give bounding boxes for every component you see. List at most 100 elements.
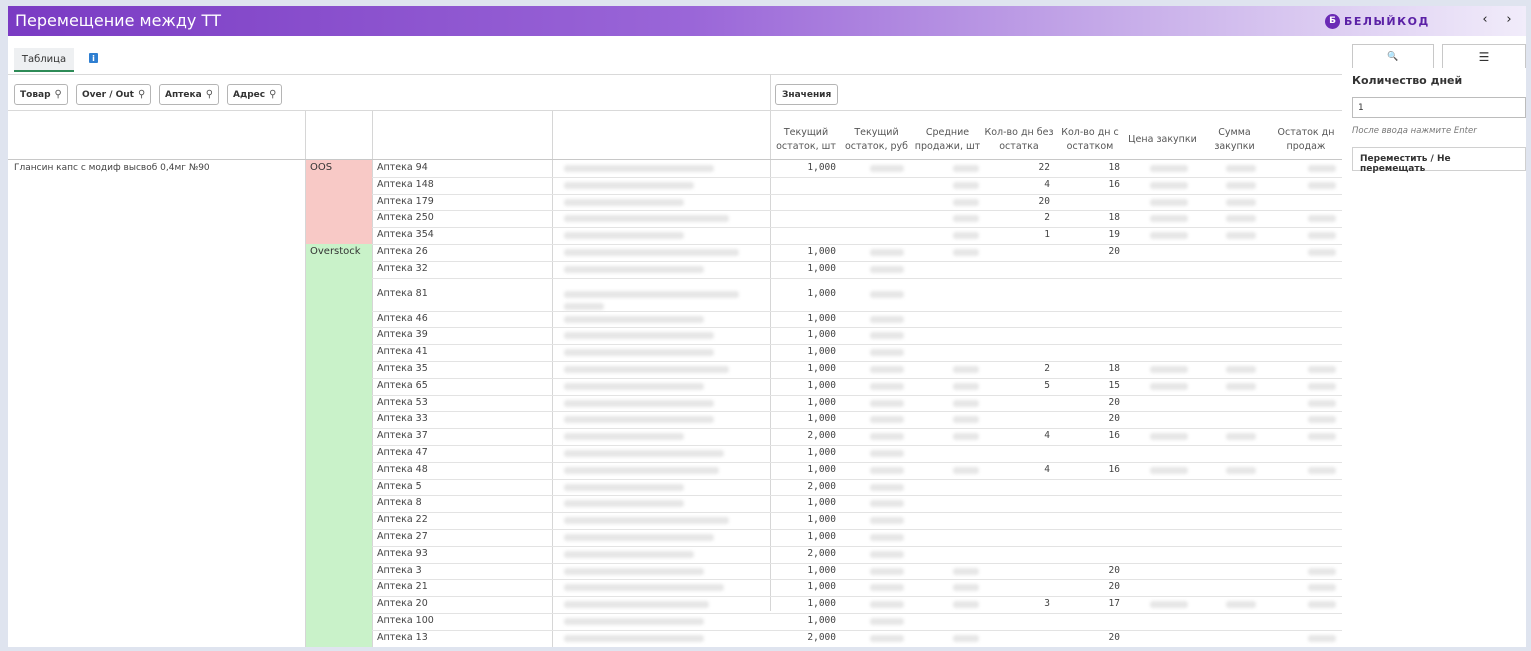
- purchase-sum-cell: [1226, 382, 1256, 390]
- address-cell: [564, 534, 714, 541]
- row-divider: [372, 596, 1342, 598]
- address-cell: [564, 332, 714, 340]
- status-overstock-cell: [306, 244, 372, 647]
- prev-sheet-button[interactable]: ‹: [1478, 12, 1492, 27]
- address-cell: [564, 382, 704, 390]
- row-divider: [372, 495, 1342, 497]
- purchase-sum-cell: [1226, 433, 1256, 441]
- avg-sales-cell: [953, 433, 979, 441]
- stock-days-cell: [1308, 567, 1336, 575]
- purchase-price-cell: [1150, 215, 1188, 223]
- days-with-stock: 20: [1108, 413, 1120, 425]
- column-header[interactable]: Сумма закупки: [1199, 120, 1270, 160]
- stock-days-cell: [1308, 584, 1336, 592]
- purchase-sum-cell: [1226, 466, 1256, 474]
- pharmacy-name: Аптека 81: [377, 287, 428, 299]
- stock-qty: 1,000: [807, 413, 836, 425]
- row-divider: [372, 529, 1342, 530]
- column-header[interactable]: Текущий остаток, руб: [842, 120, 911, 160]
- address-cell: [564, 618, 704, 625]
- stock-qty: 2,000: [807, 480, 836, 492]
- filter-pharmacy-label: Аптека: [165, 89, 202, 100]
- column-header[interactable]: Текущий остаток, шт: [770, 120, 842, 160]
- row-divider: [372, 394, 1342, 396]
- stock-rub-cell: [870, 500, 904, 508]
- stock-rub-cell: [870, 618, 904, 625]
- tab-table[interactable]: Таблица: [14, 48, 74, 72]
- search-icon: ⚲: [137, 89, 146, 100]
- stock-qty: 1,000: [807, 312, 836, 324]
- stock-qty: 1,000: [807, 581, 836, 593]
- pharmacy-name: Аптека 3: [377, 564, 422, 576]
- pharmacy-name: Аптека 93: [377, 547, 428, 559]
- days-with-stock: 16: [1108, 178, 1120, 190]
- pharmacy-name: Аптека 27: [377, 531, 428, 542]
- stock-qty: 1,000: [807, 262, 836, 274]
- days-input[interactable]: 1: [1352, 97, 1526, 118]
- days-without-stock: 4: [1044, 463, 1050, 475]
- address-cell: [564, 450, 724, 457]
- stock-qty: 1,000: [807, 531, 836, 542]
- brand-mark-icon: Б: [1325, 13, 1340, 29]
- purchase-price-cell: [1150, 433, 1188, 441]
- stock-days-cell: [1308, 181, 1336, 189]
- pharmacy-name: Аптека 65: [377, 379, 428, 391]
- row-divider: [372, 227, 1342, 229]
- days-with-stock: 18: [1108, 212, 1120, 224]
- pharmacy-name: Аптека 100: [377, 615, 434, 626]
- row-divider: [372, 562, 1342, 564]
- pharmacy-name: Аптека 8: [377, 497, 422, 509]
- avg-sales-cell: [953, 215, 979, 223]
- address-cell: [564, 584, 724, 592]
- row-divider: [372, 277, 1342, 279]
- filter-product-button[interactable]: Товар ⚲: [14, 84, 68, 105]
- address-cell: [564, 290, 739, 298]
- pharmacy-name: Аптека 94: [377, 162, 428, 173]
- move-toggle-button[interactable]: Переместить / Не перемещать: [1352, 147, 1526, 174]
- filter-pharmacy-button[interactable]: Аптека ⚲: [159, 84, 220, 105]
- days-without-stock: 4: [1044, 178, 1050, 190]
- purchase-sum-cell: [1226, 181, 1256, 189]
- filter-address-button[interactable]: Адрес ⚲: [227, 84, 283, 105]
- stock-rub-cell: [870, 450, 904, 457]
- column-header[interactable]: Средние продажи, шт: [911, 120, 984, 160]
- days-with-stock: 20: [1108, 581, 1120, 593]
- column-header[interactable]: Кол-во дн без остатка: [984, 120, 1054, 160]
- stock-rub-cell: [870, 382, 904, 390]
- stock-rub-cell: [870, 165, 904, 172]
- side-tab-search[interactable]: 🔍: [1352, 44, 1434, 68]
- address-cell: [564, 433, 684, 441]
- days-with-stock: 16: [1108, 463, 1120, 475]
- next-sheet-button[interactable]: ›: [1502, 12, 1516, 27]
- pharmacy-name: Аптека 33: [377, 413, 428, 425]
- row-divider: [372, 361, 1342, 362]
- stock-days-cell: [1308, 416, 1336, 424]
- address-cell: [564, 315, 704, 323]
- avg-sales-cell: [953, 416, 979, 424]
- address-cell: [564, 466, 719, 474]
- search-icon: ⚲: [269, 89, 277, 100]
- values-button[interactable]: Значения: [775, 84, 839, 105]
- filter-product-label: Товар: [20, 89, 51, 100]
- stock-rub-cell: [870, 601, 904, 609]
- stock-qty: 1,000: [807, 287, 836, 299]
- column-header[interactable]: Цена закупки: [1126, 120, 1199, 160]
- info-icon[interactable]: i: [89, 53, 98, 63]
- search-icon: 🔍: [1387, 51, 1399, 62]
- column-header[interactable]: Кол-во дн с остатком: [1054, 120, 1126, 160]
- row-divider: [372, 579, 1342, 581]
- address-cell: [564, 181, 694, 189]
- pharmacy-name: Аптека 39: [377, 329, 428, 341]
- column-header[interactable]: Остаток дн продаж: [1270, 120, 1342, 160]
- row-divider: [372, 327, 1342, 329]
- filter-over-out-button[interactable]: Over / Out ⚲: [76, 84, 152, 105]
- days-with-stock: 20: [1108, 631, 1120, 643]
- side-tab-menu[interactable]: ☰: [1442, 44, 1526, 68]
- row-divider: [372, 428, 1342, 430]
- days-without-stock: 20: [1038, 195, 1050, 207]
- avg-sales-cell: [953, 601, 979, 609]
- stock-days-cell: [1308, 232, 1336, 240]
- days-with-stock: 15: [1108, 379, 1120, 391]
- stock-rub-cell: [870, 483, 904, 491]
- pharmacy-name: Аптека 46: [377, 312, 428, 324]
